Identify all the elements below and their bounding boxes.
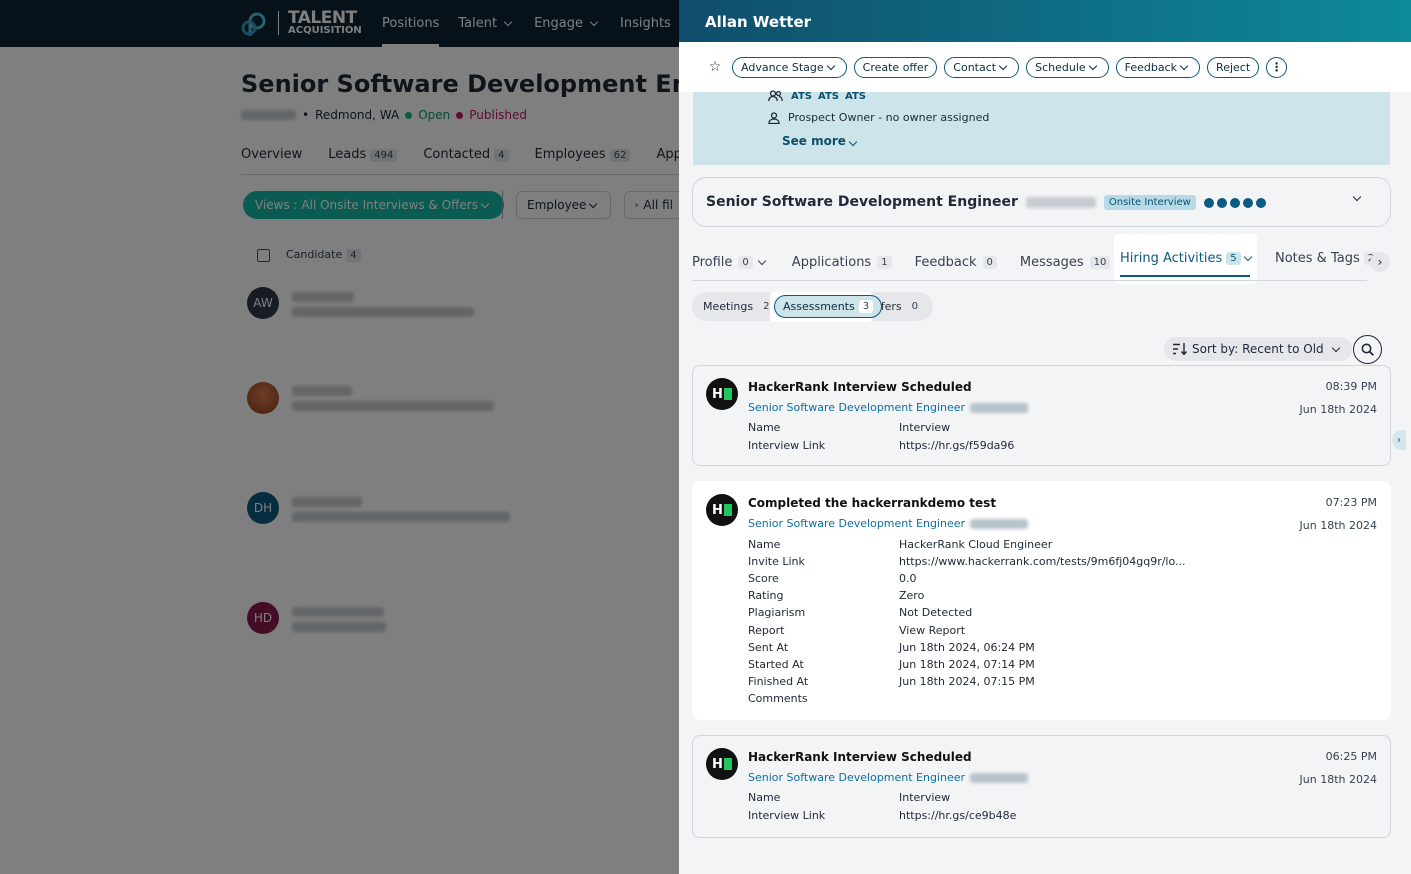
redacted-job-id <box>1025 196 1096 208</box>
advance-stage-button[interactable]: Advance Stage <box>732 56 847 78</box>
candidate-name: Allan Wetter <box>705 13 812 31</box>
stage-badge: Onsite Interview <box>1103 194 1196 210</box>
schedule-button[interactable]: Schedule <box>1026 56 1109 78</box>
chevron-down-icon <box>1088 61 1097 70</box>
tab-notes-tags[interactable]: Notes & Tags2 <box>1275 251 1379 266</box>
chevron-down-icon <box>1331 343 1340 352</box>
search-icon[interactable] <box>1353 335 1382 364</box>
chevron-down-icon <box>1243 252 1252 262</box>
see-more-link[interactable]: See more <box>782 134 860 148</box>
hackerrank-logo-icon: H <box>706 748 738 780</box>
reject-button[interactable]: Reject <box>1207 56 1260 78</box>
chevron-down-icon <box>998 61 1008 70</box>
tab-applications[interactable]: Applications 1 <box>792 255 892 270</box>
subtab-meetings[interactable]: Meetings 2 <box>696 300 780 313</box>
create-offer-button[interactable]: Create offer <box>853 56 938 78</box>
candidate-info-box <box>693 92 1390 165</box>
ats-tag: ATS <box>791 91 812 102</box>
chevron-down-icon <box>848 137 858 147</box>
chevron-down-icon <box>826 61 835 70</box>
contact-button[interactable]: Contact <box>944 56 1020 78</box>
ats-tag: ATS <box>818 91 839 102</box>
view-report-link[interactable]: View Report <box>899 624 965 637</box>
activity-date: Jun 18th 2024 <box>1299 773 1377 786</box>
activity-job-link[interactable]: Senior Software Development Engineer <box>748 517 1029 530</box>
person-icon <box>768 111 780 124</box>
hackerrank-logo-icon: H <box>706 494 738 526</box>
detail-row: Rating Zero <box>748 589 925 602</box>
detail-row: Interview Link https://hr.gs/f59da96 <box>748 439 1015 452</box>
detail-row: Name Interview <box>748 421 951 434</box>
tab-profile[interactable]: Profile 0 <box>692 255 769 270</box>
stage-progress-dots <box>1203 193 1269 212</box>
active-tab-underline <box>1120 275 1250 277</box>
chevron-down-icon <box>1179 61 1189 70</box>
ats-tag: ATS <box>845 91 866 102</box>
action-bar: ☆ Advance Stage Create offer Contact Sch… <box>679 42 1411 92</box>
detail-row: Sent At Jun 18th 2024, 06:24 PM <box>748 641 1035 654</box>
invite-link[interactable]: https://www.hackerrank.com/tests/9m6fj04… <box>899 555 1186 568</box>
more-options-icon[interactable]: ⋮ <box>1266 56 1288 78</box>
scroll-tabs-right-icon[interactable]: › <box>1370 252 1390 272</box>
detail-row: Name Interview <box>748 791 951 804</box>
detail-row: Name HackerRank Cloud Engineer <box>748 538 1053 551</box>
activity-time: 08:39 PM <box>1325 380 1377 393</box>
detail-row: Comments <box>748 692 808 705</box>
application-job-header[interactable]: Senior Software Development Engineer Ons… <box>692 177 1391 227</box>
activity-time: 06:25 PM <box>1325 750 1377 763</box>
people-icon <box>768 89 783 101</box>
sort-icon <box>1173 343 1187 355</box>
job-title: Senior Software Development Engineer <box>706 194 1018 210</box>
detail-row: Finished At Jun 18th 2024, 07:15 PM <box>748 675 1035 688</box>
activity-title: HackerRank Interview Scheduled <box>748 750 972 764</box>
detail-row: Score 0.0 <box>748 572 917 585</box>
tab-feedback[interactable]: Feedback 0 <box>915 255 997 270</box>
activity-date: Jun 18th 2024 <box>1299 519 1377 532</box>
activity-job-link[interactable]: Senior Software Development Engineer <box>748 771 1029 784</box>
activity-card[interactable]: H HackerRank Interview Scheduled Senior … <box>692 735 1391 838</box>
owner-row: Prospect Owner - no owner assigned <box>768 111 989 124</box>
panel-header: Allan Wetter <box>679 0 1411 42</box>
tab-messages[interactable]: Messages 10 <box>1020 255 1111 270</box>
candidate-side-panel: Allan Wetter ☆ Advance Stage Create offe… <box>679 0 1411 874</box>
hackerrank-logo-icon: H <box>706 378 738 410</box>
detail-row: Report View Report <box>748 624 966 637</box>
activity-card-highlighted[interactable]: H Completed the hackerrankdemo test Seni… <box>692 481 1391 720</box>
activity-title: HackerRank Interview Scheduled <box>748 380 972 394</box>
sort-dropdown[interactable]: Sort by: Recent to Old <box>1164 337 1352 361</box>
detail-row: Invite Link https://www.hackerrank.com/te… <box>748 555 1186 568</box>
activity-date: Jun 18th 2024 <box>1299 403 1377 416</box>
chevron-down-icon <box>757 256 767 265</box>
panel-tabs: Profile 0 Applications 1 Feedback 0 Message… <box>692 247 1133 277</box>
activity-time: 07:23 PM <box>1325 496 1377 509</box>
detail-row: Plagiarism Not Detected <box>748 606 973 619</box>
detail-row: Started At Jun 18th 2024, 07:14 PM <box>748 658 1035 671</box>
activity-card[interactable]: H HackerRank Interview Scheduled Senior … <box>692 365 1391 466</box>
interview-link[interactable]: https://hr.gs/f59da96 <box>899 439 1014 452</box>
prospect-owner-text: Prospect Owner - no owner assigned <box>788 111 990 124</box>
chevron-down-icon[interactable] <box>1352 192 1362 202</box>
detail-row: Interview Link https://hr.gs/ce9b48e <box>748 809 1017 822</box>
panel-expand-arrow-icon[interactable]: › <box>1392 430 1406 450</box>
tabs-divider <box>692 280 1367 281</box>
ats-tags-row: ATS ATS ATS <box>768 89 872 102</box>
subtab-assessments[interactable]: Assessments 3 <box>774 295 883 318</box>
activity-job-link[interactable]: Senior Software Development Engineer <box>748 401 1029 414</box>
interview-link[interactable]: https://hr.gs/ce9b48e <box>899 809 1016 822</box>
activity-title: Completed the hackerrankdemo test <box>748 496 997 510</box>
tab-hiring-activities[interactable]: Hiring Activities 5 <box>1120 251 1255 266</box>
modal-backdrop[interactable] <box>0 0 679 874</box>
star-icon[interactable]: ☆ <box>705 59 725 75</box>
feedback-button[interactable]: Feedback <box>1115 56 1201 78</box>
